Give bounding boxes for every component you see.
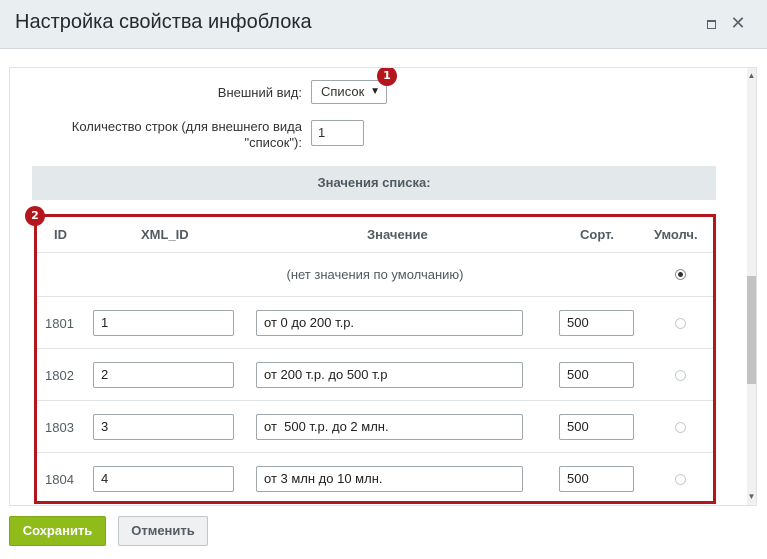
table-divider [37,452,713,453]
callout-badge-2: 2 [25,206,45,226]
no-default-label: (нет значения по умолчанию) [286,267,464,282]
xml-id-input[interactable]: 3 [93,414,234,440]
sort-input[interactable]: 500 [559,362,634,388]
view-select[interactable]: Список ▼ [311,80,387,104]
vertical-scrollbar[interactable]: ▲ ▼ [747,68,756,505]
value-input[interactable]: от 200 т.р. до 500 т.р [256,362,523,388]
default-radio[interactable] [675,474,686,485]
sort-input[interactable]: 500 [559,310,634,336]
value-input[interactable]: от 500 т.р. до 2 млн. [256,414,523,440]
xml-id-input[interactable]: 2 [93,362,234,388]
default-radio[interactable] [675,318,686,329]
column-header-value: Значение [367,227,428,242]
view-label: Внешний вид: [217,85,302,100]
dialog-titlebar: Настройка свойства инфоблока ✕ [0,0,767,49]
list-values-heading: Значения списка: [32,166,716,200]
column-header-sort: Сорт. [580,227,614,242]
scroll-thumb[interactable] [747,276,756,384]
table-divider [37,400,713,401]
save-button[interactable]: Сохранить [9,516,106,546]
column-header-id: ID [54,227,67,242]
scroll-down-arrow-icon[interactable]: ▼ [747,491,756,503]
default-radio[interactable] [675,370,686,381]
table-divider [37,296,713,297]
xml-id-input[interactable]: 1 [93,310,234,336]
sort-input[interactable]: 500 [559,466,634,492]
sort-input[interactable]: 500 [559,414,634,440]
close-icon[interactable]: ✕ [730,14,746,32]
xml-id-input[interactable]: 4 [93,466,234,492]
rows-count-input[interactable]: 1 [311,120,364,146]
dialog-content: ▲ ▼ Внешний вид: Список ▼ 1 Количество с… [9,67,757,506]
maximize-icon[interactable] [703,15,719,31]
table-divider [37,252,713,253]
row-id: 1804 [45,472,74,487]
default-none-radio[interactable] [675,269,686,280]
value-input[interactable]: от 0 до 200 т.р. [256,310,523,336]
rows-label-line2: "список"): [244,135,302,150]
table-divider [37,348,713,349]
callout-badge-1: 1 [377,68,397,86]
row-id: 1803 [45,420,74,435]
rows-label: Количество строк (для внешнего вида "спи… [72,119,302,151]
value-input[interactable]: от 3 млн до 10 млн. [256,466,523,492]
highlight-frame [34,214,716,504]
column-header-default: Умолч. [654,227,698,242]
rows-label-line1: Количество строк (для внешнего вида [71,119,302,134]
column-header-xml-id: XML_ID [141,227,189,242]
cancel-button[interactable]: Отменить [118,516,208,546]
scroll-up-arrow-icon[interactable]: ▲ [747,70,756,82]
dialog-title: Настройка свойства инфоблока [15,11,312,33]
dropdown-arrow-icon: ▼ [370,86,380,97]
view-select-value: Список [321,84,365,99]
row-id: 1801 [45,316,74,331]
default-radio[interactable] [675,422,686,433]
row-id: 1802 [45,368,74,383]
